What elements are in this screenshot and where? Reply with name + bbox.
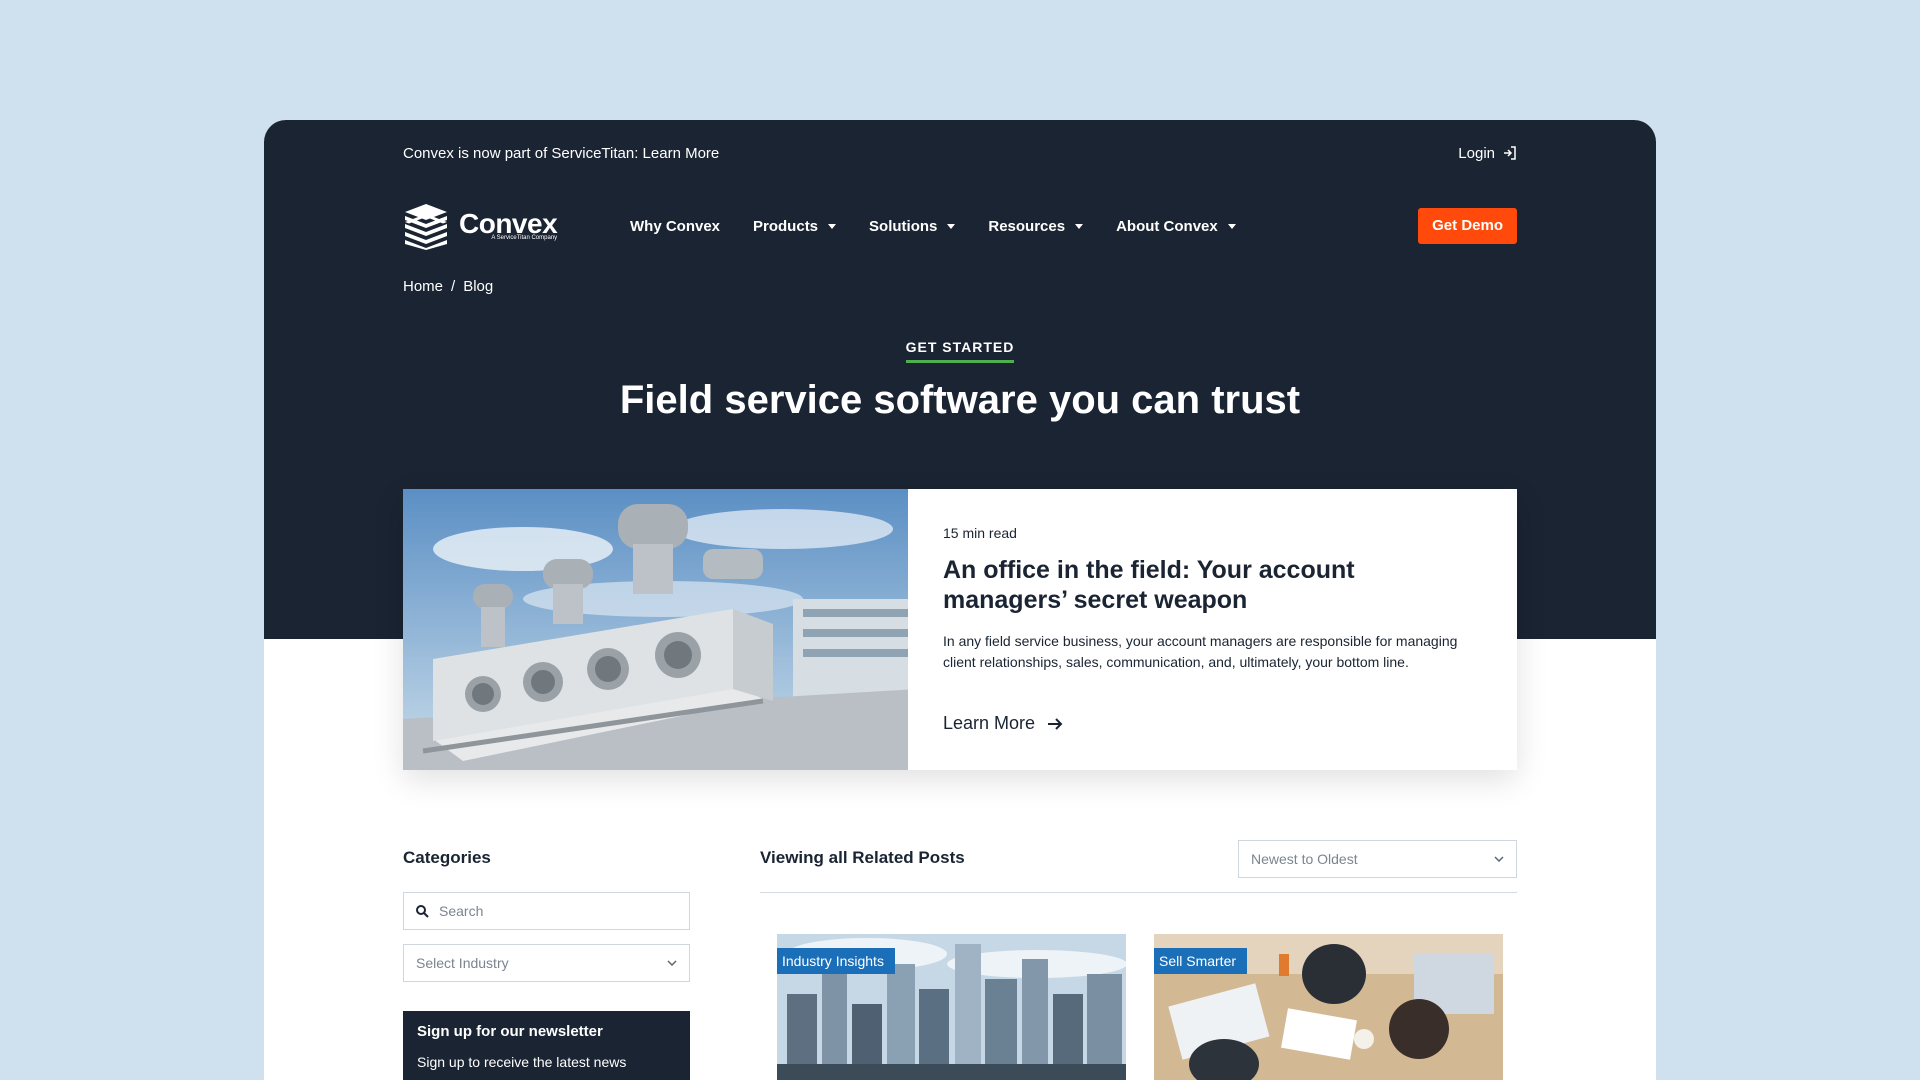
login-icon bbox=[1504, 146, 1516, 160]
search-input[interactable]: Search bbox=[403, 892, 690, 930]
featured-post-description: In any field service business, your acco… bbox=[943, 633, 1458, 670]
nav-resources-label: Resources bbox=[988, 217, 1066, 235]
read-time: 15 min read bbox=[943, 525, 1017, 541]
breadcrumb: Home / Blog bbox=[403, 278, 493, 295]
chevron-down-icon bbox=[947, 223, 956, 229]
nav-solutions[interactable]: Solutions bbox=[869, 217, 956, 235]
featured-post-title[interactable]: An office in the field: Your account man… bbox=[943, 555, 1383, 615]
chevron-down-icon bbox=[828, 223, 837, 229]
page-title: Field service software you can trust bbox=[619, 378, 1301, 422]
search-placeholder: Search bbox=[439, 903, 484, 919]
post-card[interactable]: Industry Insights bbox=[777, 934, 1126, 1080]
announcement-link[interactable]: Convex is now part of ServiceTitan: Lear… bbox=[403, 145, 719, 162]
chevron-down-icon bbox=[1075, 223, 1084, 229]
breadcrumb-home[interactable]: Home bbox=[403, 278, 443, 295]
arrow-right-icon bbox=[1048, 717, 1063, 730]
newsletter-description: Sign up to receive the latest news bbox=[417, 1054, 627, 1070]
nav-solutions-label: Solutions bbox=[869, 217, 938, 235]
login-label: Login bbox=[1458, 144, 1495, 162]
newsletter-title: Sign up for our newsletter bbox=[417, 1023, 603, 1040]
industry-select[interactable]: Select Industry bbox=[403, 944, 690, 982]
post-card[interactable]: Sell Smarter bbox=[1154, 934, 1503, 1080]
posts-divider bbox=[760, 892, 1517, 893]
login-link[interactable]: Login bbox=[1458, 145, 1517, 162]
chevron-down-icon bbox=[1227, 223, 1236, 229]
hero-eyebrow-wrap: GET STARTED bbox=[264, 339, 1656, 363]
get-demo-button[interactable]: Get Demo bbox=[1418, 208, 1517, 244]
logo-name: Convex bbox=[459, 208, 558, 239]
industry-select-value: Select Industry bbox=[416, 955, 509, 971]
hero-eyebrow: GET STARTED bbox=[905, 339, 1015, 363]
nav-about[interactable]: About Convex bbox=[1116, 218, 1236, 235]
logo-mark-icon bbox=[405, 204, 447, 250]
category-badge[interactable]: Industry Insights bbox=[777, 948, 895, 974]
breadcrumb-separator: / bbox=[451, 278, 456, 295]
breadcrumb-current: Blog bbox=[463, 278, 494, 295]
learn-more-label: Learn More bbox=[943, 713, 1036, 733]
logo[interactable]: Convex A ServiceTitan Company bbox=[403, 202, 630, 250]
main-nav: Convex A ServiceTitan Company Why Convex… bbox=[403, 201, 1517, 251]
nav-products[interactable]: Products bbox=[753, 217, 837, 235]
featured-post-image bbox=[403, 489, 908, 770]
nav-products-label: Products bbox=[753, 217, 819, 235]
sort-select-value: Newest to Oldest bbox=[1251, 851, 1358, 867]
chevron-down-icon bbox=[667, 960, 677, 966]
category-badge[interactable]: Sell Smarter bbox=[1154, 948, 1248, 974]
logo-tagline: A ServiceTitan Company bbox=[491, 235, 558, 241]
announcement-bar: Convex is now part of ServiceTitan: Lear… bbox=[403, 142, 1517, 164]
learn-more-link[interactable]: Learn More bbox=[943, 713, 1483, 734]
nav-resources[interactable]: Resources bbox=[988, 217, 1084, 235]
featured-post-card[interactable]: 15 min read An office in the field: Your… bbox=[403, 489, 1517, 770]
nav-about-label: About Convex bbox=[1116, 217, 1218, 235]
nav-menu: Why Convex Products Solutions Resources … bbox=[630, 218, 1269, 235]
browser-frame: Convex is now part of ServiceTitan: Lear… bbox=[264, 120, 1656, 1080]
search-icon bbox=[416, 904, 429, 918]
chevron-down-icon bbox=[1494, 856, 1504, 862]
posts-heading: Viewing all Related Posts bbox=[760, 848, 965, 867]
newsletter-box: Sign up for our newsletter Sign up to re… bbox=[403, 1011, 690, 1080]
nav-why-convex[interactable]: Why Convex bbox=[630, 218, 720, 235]
sort-select[interactable]: Newest to Oldest bbox=[1238, 840, 1517, 878]
featured-post-body: 15 min read An office in the field: Your… bbox=[908, 489, 1517, 770]
categories-heading: Categories bbox=[403, 848, 491, 867]
